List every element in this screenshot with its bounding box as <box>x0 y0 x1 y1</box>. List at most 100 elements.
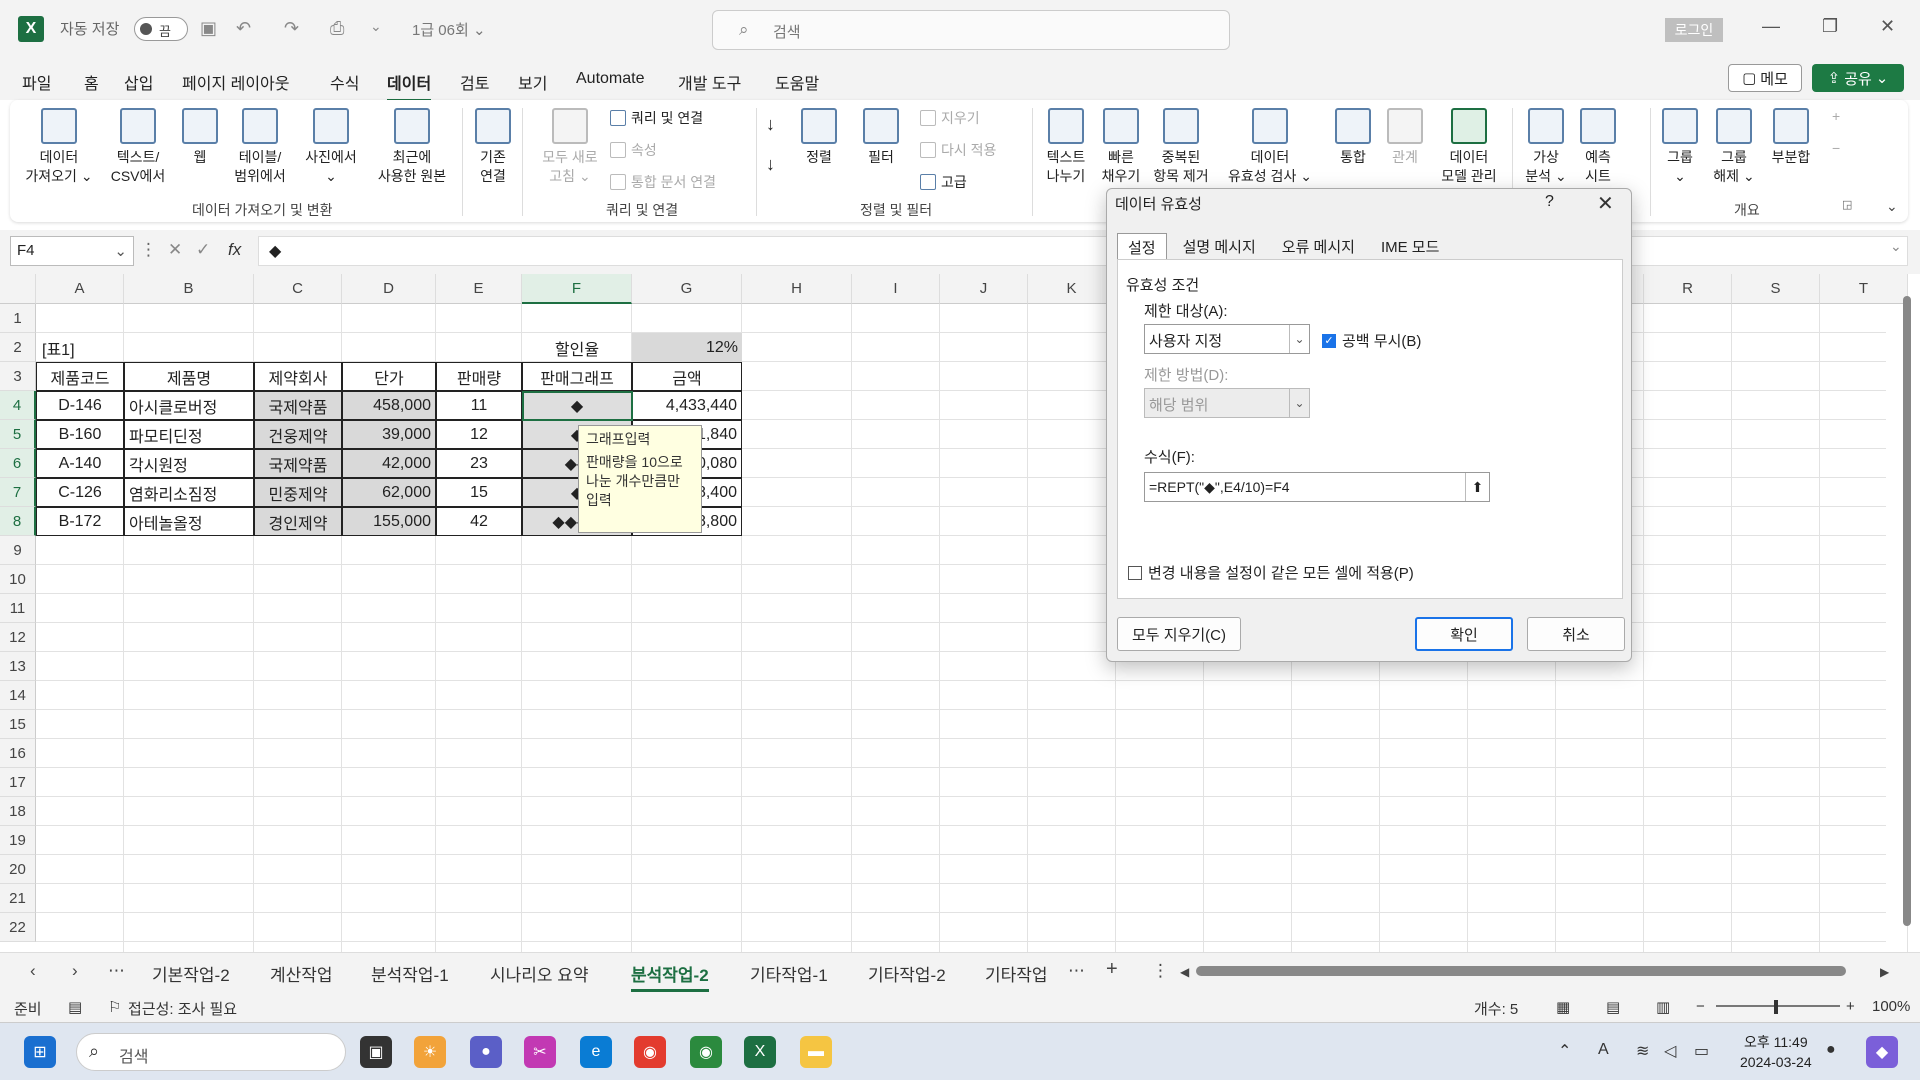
memo-button[interactable]: ▢ 메모 <box>1728 64 1802 92</box>
chrome-icon[interactable]: ◉ <box>634 1036 666 1068</box>
table-cell[interactable]: 458,000 <box>342 391 436 420</box>
save-icon[interactable]: ▣ <box>200 18 217 39</box>
row-header-20[interactable]: 20 <box>0 855 36 884</box>
table-cell[interactable]: 62,000 <box>342 478 436 507</box>
share-button[interactable]: ⇪ 공유 ⌄ <box>1812 64 1904 92</box>
tab-input-message[interactable]: 설명 메시지 <box>1173 233 1266 259</box>
row-header-17[interactable]: 17 <box>0 768 36 797</box>
accessibility-icon[interactable]: ⚐ <box>108 998 121 1016</box>
search-box[interactable]: ⌕ 검색 <box>712 10 1230 50</box>
row-header-3[interactable]: 3 <box>0 362 36 391</box>
get-data-button[interactable]: 데이터 가져오기 ⌄ <box>24 108 94 186</box>
edit-links-button[interactable]: 통합 문서 연결 <box>610 172 716 192</box>
name-box[interactable]: F4 ⌄ <box>10 236 134 266</box>
filter-button[interactable]: 필터 <box>858 108 904 167</box>
queries-connections-button[interactable]: 쿼리 및 연결 <box>610 108 703 128</box>
snipping-tool-icon[interactable]: ✂ <box>524 1036 556 1068</box>
text-csv-button[interactable]: 텍스트/ CSV에서 <box>106 108 170 186</box>
zoom-level[interactable]: 100% <box>1872 998 1910 1015</box>
column-header-g[interactable]: G <box>632 274 742 304</box>
close-icon[interactable]: ✕ <box>1880 16 1895 37</box>
table-cell[interactable]: 국제약품 <box>254 449 342 478</box>
tray-overflow-icon[interactable]: ⌃ <box>1558 1041 1571 1061</box>
row-header-4[interactable]: 4 <box>0 391 36 420</box>
chrome-profile-icon[interactable]: ◉ <box>690 1036 722 1068</box>
column-header-c[interactable]: C <box>254 274 342 304</box>
forecast-sheet-button[interactable]: 예측 시트 <box>1574 108 1622 186</box>
header-cell[interactable]: 금액 <box>632 362 742 391</box>
task-view-icon[interactable]: ▣ <box>360 1036 392 1068</box>
row-header-15[interactable]: 15 <box>0 710 36 739</box>
login-button[interactable]: 로그인 <box>1665 18 1723 42</box>
sort-button[interactable]: 정렬 <box>796 108 842 167</box>
sheet-tab[interactable]: 시나리오 요약 <box>490 961 589 986</box>
row-header-21[interactable]: 21 <box>0 884 36 913</box>
column-header-r[interactable]: R <box>1644 274 1732 304</box>
close-icon[interactable]: ✕ <box>1597 191 1614 216</box>
row-header-8[interactable]: 8 <box>0 507 36 536</box>
ok-button[interactable]: 확인 <box>1415 617 1513 651</box>
web-button[interactable]: 웹 <box>180 108 220 167</box>
table-cell[interactable]: D-146 <box>36 391 124 420</box>
tab-data[interactable]: 데이터 <box>387 70 432 102</box>
row-header-11[interactable]: 11 <box>0 594 36 623</box>
excel-taskbar-icon[interactable]: X <box>744 1036 776 1068</box>
recent-sources-button[interactable]: 최근에 사용한 원본 <box>364 108 460 186</box>
clock[interactable]: 오후 11:49 2024-03-24 <box>1740 1032 1812 1072</box>
text-to-columns-button[interactable]: 텍스트 나누기 <box>1040 108 1092 186</box>
row-header-13[interactable]: 13 <box>0 652 36 681</box>
sort-za-icon[interactable]: ↓ <box>766 154 775 175</box>
widgets-icon[interactable]: ☀ <box>414 1036 446 1068</box>
tab-page-layout[interactable]: 페이지 레이아웃 <box>182 70 290 94</box>
help-icon[interactable]: ? <box>1545 193 1554 211</box>
cancel-entry-icon[interactable]: ✕ <box>168 240 182 260</box>
windows-start-icon[interactable]: ⊞ <box>24 1036 56 1068</box>
table-cell[interactable]: 155,000 <box>342 507 436 536</box>
table-cell[interactable]: B-160 <box>36 420 124 449</box>
tab-ime-mode[interactable]: IME 모드 <box>1371 233 1449 259</box>
clear-all-button[interactable]: 모두 지우기(C) <box>1117 617 1241 651</box>
sheet-tab-active[interactable]: 분석작업-2 <box>631 961 709 992</box>
cancel-button[interactable]: 취소 <box>1527 617 1625 651</box>
hide-detail-icon[interactable]: − <box>1832 140 1840 156</box>
sheet-tab[interactable]: 기타작업-1 <box>750 961 828 986</box>
remove-duplicates-button[interactable]: 중복된 항목 제거 <box>1146 108 1216 186</box>
table-cell[interactable]: 민중제약 <box>254 478 342 507</box>
column-header-h[interactable]: H <box>742 274 852 304</box>
row-header-6[interactable]: 6 <box>0 449 36 478</box>
row-header-16[interactable]: 16 <box>0 739 36 768</box>
column-header-k[interactable]: K <box>1028 274 1116 304</box>
zoom-slider-thumb[interactable] <box>1774 1000 1778 1014</box>
table-cell[interactable]: 염화리소짐정 <box>124 478 254 507</box>
page-break-view-icon[interactable]: ▥ <box>1656 998 1670 1016</box>
accessibility-status[interactable]: 접근성: 조사 필요 <box>128 998 237 1019</box>
data-model-button[interactable]: 데이터 모델 관리 <box>1432 108 1506 186</box>
table-cell[interactable]: 건웅제약 <box>254 420 342 449</box>
column-header-d[interactable]: D <box>342 274 436 304</box>
sheet-options-icon[interactable]: ⋮ <box>1152 961 1169 981</box>
page-layout-view-icon[interactable]: ▤ <box>1606 998 1620 1016</box>
tab-home[interactable]: 홈 <box>84 70 99 94</box>
spreadsheet-grid[interactable]: ABCDEFGHIJKLMNOPQRST 1234567891011121314… <box>0 274 1920 952</box>
more-sheets-icon[interactable]: ⋯ <box>1068 961 1085 981</box>
zoom-slider[interactable] <box>1716 1005 1840 1007</box>
tab-automate[interactable]: Automate <box>576 70 644 88</box>
refresh-all-button[interactable]: 모두 새로 고침 ⌄ <box>530 108 610 186</box>
table-cell[interactable]: 39,000 <box>342 420 436 449</box>
ignore-blank-checkbox[interactable]: ✓ 공백 무시(B) <box>1322 330 1421 351</box>
confirm-entry-icon[interactable]: ✓ <box>196 240 210 260</box>
minimize-icon[interactable]: — <box>1762 16 1780 37</box>
tab-view[interactable]: 보기 <box>518 70 547 94</box>
print-preview-icon[interactable]: ⎙ <box>330 18 344 39</box>
zoom-out-icon[interactable]: − <box>1696 998 1705 1015</box>
cell-discount-label[interactable]: 할인율 <box>522 333 632 362</box>
table-cell[interactable]: 42 <box>436 507 522 536</box>
add-sheet-icon[interactable]: + <box>1106 958 1118 981</box>
tab-review[interactable]: 검토 <box>460 70 489 94</box>
collapse-ribbon-icon[interactable]: ⌄ <box>1886 198 1898 215</box>
column-header-f[interactable]: F <box>522 274 632 304</box>
sheet-tab[interactable]: 기타작업-2 <box>868 961 946 986</box>
tab-formulas[interactable]: 수식 <box>330 70 359 94</box>
table-cell[interactable]: 각시원정 <box>124 449 254 478</box>
normal-view-icon[interactable]: ▦ <box>1556 998 1570 1016</box>
